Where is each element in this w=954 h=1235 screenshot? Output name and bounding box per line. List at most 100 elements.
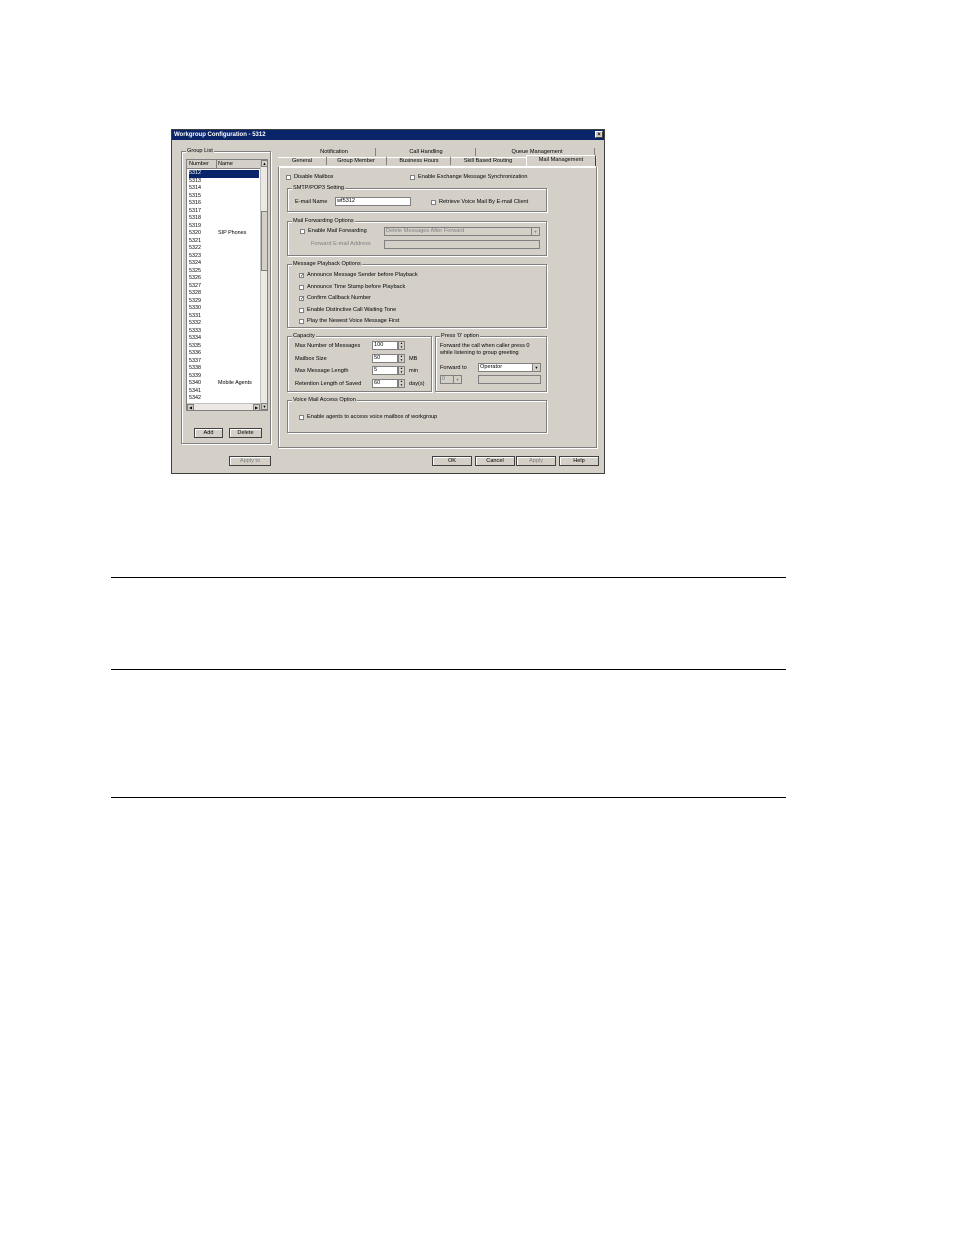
list-item-number: 5338 <box>189 365 201 371</box>
tab-skill-based-routing[interactable]: Skill Based Routing <box>450 157 526 166</box>
list-item[interactable]: 5336 <box>189 350 259 358</box>
list-item[interactable]: 5312 <box>189 170 259 178</box>
retrieve-email-checkbox[interactable] <box>431 200 436 205</box>
list-item[interactable]: 5340 Mobile Agents <box>189 380 259 388</box>
column-name[interactable]: Name <box>216 160 233 168</box>
tab-general[interactable]: General <box>280 157 324 166</box>
title-bar: Workgroup Configuration - 5312 × <box>172 130 604 140</box>
announce-sender-checkbox[interactable]: ✓ <box>299 273 304 279</box>
list-item-number: 5334 <box>189 335 201 341</box>
list-item[interactable]: 5332 <box>189 320 259 328</box>
list-item[interactable]: 5337 <box>189 358 259 366</box>
access-group: Voice Mail Access Option Enable agents t… <box>287 397 547 433</box>
announce-timestamp-checkbox[interactable] <box>299 285 304 290</box>
scroll-left-icon[interactable]: ◀ <box>187 404 194 410</box>
list-item[interactable]: 5322 <box>189 245 259 253</box>
add-button[interactable]: Add <box>194 428 223 438</box>
forward-to-select[interactable]: Operator ▼ <box>478 363 541 372</box>
enable-forwarding-checkbox[interactable] <box>300 229 305 234</box>
tab-row-front: General Group Member Business Hours Skil… <box>278 155 597 166</box>
apply-button[interactable]: Apply <box>516 456 556 466</box>
press0-target-input[interactable] <box>478 375 541 384</box>
scroll-down-icon[interactable]: ▼ <box>261 403 267 410</box>
tab-call-handling[interactable]: Call Handling <box>380 148 472 157</box>
forwarding-group: Mail Forwarding Options Enable Mail Forw… <box>287 218 547 256</box>
mailbox-size-unit: MB <box>409 356 418 362</box>
max-messages-spinner[interactable]: ▲ ▼ <box>398 341 405 350</box>
exchange-sync-checkbox[interactable] <box>410 175 415 180</box>
max-messages-input[interactable]: 100 <box>372 341 398 350</box>
list-item[interactable]: 5329 <box>189 298 259 306</box>
forward-action-select[interactable]: Delete Messages After Forward ▼ <box>384 227 540 236</box>
divider-line <box>111 797 786 798</box>
smtp-group: SMTP/POP3 Setting E-mail Name wf5312 Ret… <box>287 185 547 212</box>
list-item[interactable]: 5326 <box>189 275 259 283</box>
newest-first-checkbox[interactable] <box>299 319 304 324</box>
list-item[interactable]: 5339 <box>189 373 259 381</box>
confirm-callback-checkbox[interactable]: ✓ <box>299 296 304 302</box>
scroll-up-icon[interactable]: ▲ <box>261 160 267 167</box>
list-item[interactable]: 5333 <box>189 328 259 336</box>
tab-business-hours[interactable]: Business Hours <box>388 157 450 166</box>
ok-button[interactable]: OK <box>432 456 472 466</box>
list-item[interactable]: 5335 <box>189 343 259 351</box>
list-item[interactable]: 5320 SIP Phones <box>189 230 259 238</box>
list-item[interactable]: 5341 <box>189 388 259 396</box>
vertical-scrollbar[interactable]: ▲ ▼ <box>260 160 267 410</box>
tab-group-member[interactable]: Group Member <box>328 157 384 166</box>
list-item[interactable]: 5344 <box>189 410 259 411</box>
chevron-down-icon: ▼ <box>531 228 539 235</box>
apply-to-button[interactable]: Apply to <box>229 456 271 466</box>
mailbox-size-input[interactable]: 50 <box>372 354 398 363</box>
list-item[interactable]: 5321 <box>189 238 259 246</box>
close-button[interactable]: × <box>595 131 603 138</box>
distinctive-tone-checkbox[interactable] <box>299 308 304 313</box>
list-item[interactable]: 5327 <box>189 283 259 291</box>
enable-access-checkbox[interactable] <box>299 415 304 420</box>
column-number[interactable]: Number <box>189 160 209 168</box>
press0-digit-select[interactable]: 0 ▼ <box>440 375 462 384</box>
list-item[interactable]: 5325 <box>189 268 259 276</box>
list-item[interactable]: 5317 <box>189 208 259 216</box>
max-length-spinner[interactable]: ▲ ▼ <box>398 366 405 375</box>
press0-group: Press '0' option Forward the call when c… <box>435 333 547 392</box>
email-name-input[interactable]: wf5312 <box>335 197 411 206</box>
delete-button[interactable]: Delete <box>229 428 262 438</box>
list-item[interactable]: 5330 <box>189 305 259 313</box>
list-item[interactable]: 5316 <box>189 200 259 208</box>
scroll-thumb[interactable] <box>261 211 267 271</box>
enable-access-label: Enable agents to access voice mailbox of… <box>307 414 438 420</box>
list-item[interactable]: 5318 <box>189 215 259 223</box>
forward-to-value: Operator <box>480 364 503 370</box>
disable-mailbox-checkbox[interactable] <box>286 175 291 180</box>
group-listbox[interactable]: Number Name 5312 5313 5314 5315 5316 5317 5318… <box>186 159 268 411</box>
list-item-number: 5318 <box>189 215 201 221</box>
list-item-number: 5335 <box>189 342 201 349</box>
list-item[interactable]: 5334 <box>189 335 259 343</box>
list-item[interactable]: 5328 <box>189 290 259 298</box>
max-length-input[interactable]: 5 <box>372 366 398 375</box>
scroll-right-icon[interactable]: ▶ <box>253 404 260 410</box>
retention-spinner[interactable]: ▲ ▼ <box>398 379 405 388</box>
list-item[interactable]: 5313 <box>189 178 259 186</box>
mailbox-size-spinner[interactable]: ▲ ▼ <box>398 354 405 363</box>
announce-sender-label: Announce Message Sender before Playback <box>307 272 418 278</box>
forward-address-input[interactable] <box>384 240 540 249</box>
horizontal-scrollbar[interactable]: ◀ ▶ <box>187 403 260 410</box>
tab-mail-management[interactable]: Mail Management <box>526 155 596 166</box>
help-button[interactable]: Help <box>559 456 599 466</box>
list-item[interactable]: 5331 <box>189 313 259 321</box>
list-item[interactable]: 5319 <box>189 223 259 231</box>
playback-legend: Message Playback Options <box>292 261 362 268</box>
list-item[interactable]: 5314 <box>189 185 259 193</box>
tab-notification[interactable]: Notification <box>288 148 380 157</box>
list-item[interactable]: 5342 <box>189 395 259 403</box>
list-item[interactable]: 5338 <box>189 365 259 373</box>
max-length-label: Max Message Length <box>295 368 349 374</box>
retention-input[interactable]: 60 <box>372 379 398 388</box>
list-item[interactable]: 5315 <box>189 193 259 201</box>
cancel-button[interactable]: Cancel <box>475 456 515 466</box>
list-item[interactable]: 5323 <box>189 253 259 261</box>
list-item[interactable]: 5324 <box>189 260 259 268</box>
forwarding-legend: Mail Forwarding Options <box>292 218 355 225</box>
